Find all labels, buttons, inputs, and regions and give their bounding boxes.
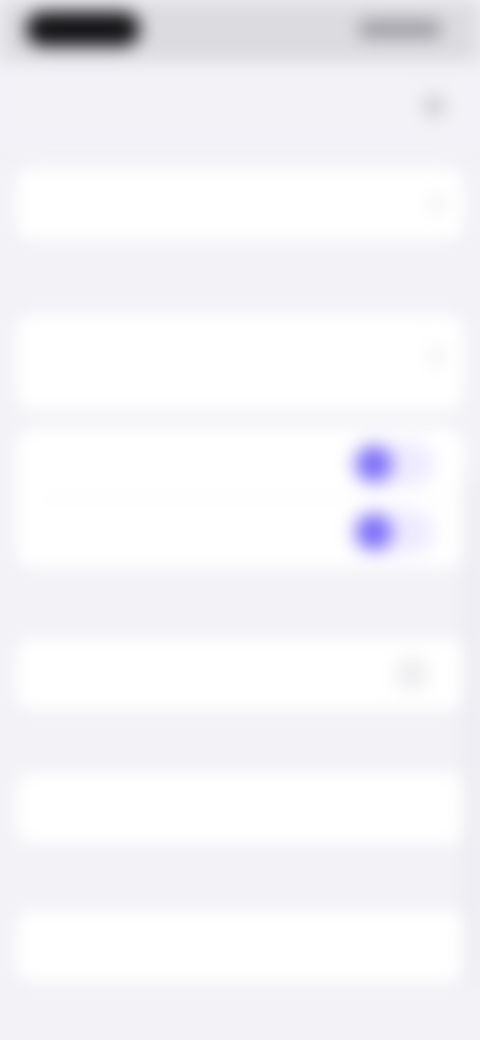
settings-screen xyxy=(0,0,480,1040)
divider xyxy=(40,498,464,499)
toggle-switch-2[interactable] xyxy=(350,510,434,554)
navigation-bar xyxy=(0,62,480,146)
toggles-card xyxy=(16,428,464,568)
info-icon[interactable] xyxy=(398,660,426,688)
scrollbar[interactable] xyxy=(468,480,474,980)
link-card[interactable] xyxy=(16,168,464,240)
status-time-pill xyxy=(26,12,140,46)
action-card[interactable] xyxy=(16,772,464,844)
chevron-right-icon xyxy=(425,195,443,213)
toggle-knob xyxy=(356,446,392,482)
status-bar xyxy=(0,0,480,62)
chevron-right-icon xyxy=(425,347,443,365)
ellipsis-icon[interactable] xyxy=(424,96,444,116)
toggle-switch-1[interactable] xyxy=(350,442,434,486)
info-card[interactable] xyxy=(16,638,464,710)
toggle-knob xyxy=(356,514,392,550)
status-icons xyxy=(358,20,442,38)
picker-card[interactable] xyxy=(16,314,464,410)
value-card[interactable] xyxy=(16,910,464,982)
